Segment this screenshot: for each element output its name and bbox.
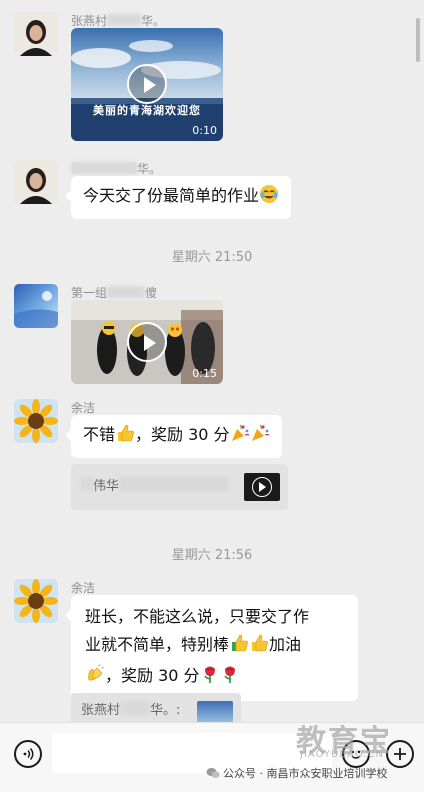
sender-name: 华。 [71,160,161,177]
quote-text: 张燕村 [81,703,121,718]
quoted-message[interactable]: 张燕村 华。: [71,693,241,722]
watermark-domain: JIAOYUBAO.CN [300,749,384,760]
message-text: ，奖励 30 分 [105,666,200,685]
message-text: 今天交了份最简单的作业 [83,186,260,205]
sender-name: 第一组傻 [71,286,158,300]
voice-input-icon[interactable] [14,740,42,768]
message-bubble[interactable]: 今天交了份最简单的作业 [64,176,292,219]
sender-name: 余洁 [71,401,96,415]
timestamp: 星期六 21:50 [171,250,253,265]
quote-image-thumbnail[interactable] [197,701,233,722]
sender-name: 余洁 [71,581,96,595]
quote-text: 华。: [150,703,181,718]
video-thumbnail-lake[interactable]: 美丽的青海湖欢迎您 0:10 [71,28,223,141]
message-text: 班长，不能这么说，只要交了作 [85,607,310,626]
video-caption: 美丽的青海湖欢迎您 [93,104,201,117]
sender-name: 张燕村 华。 [71,14,166,28]
play-icon[interactable] [127,64,167,104]
avatar-sunflower[interactable] [14,399,58,443]
thumbs-up-emoji [115,423,135,450]
party-popper-emoji [230,423,250,450]
video-thumbnail-people[interactable]: 0:15 [71,300,223,384]
quote-video-thumbnail[interactable] [244,473,280,501]
tears-of-joy-emoji [259,184,279,211]
avatar-sunflower[interactable] [14,579,58,623]
timestamp: 星期六 21:56 [171,548,253,563]
thumbs-up-emoji [229,633,249,662]
rose-emoji [200,664,220,693]
scrollbar[interactable] [416,18,420,62]
rose-emoji [220,664,240,693]
chat-area[interactable]: 张燕村 华。 美丽的青海湖欢迎您 0:10 华。 今天交了份最简单的作业 星期六… [0,0,424,722]
watermark-footer: 公众号 · 南昌市众安职业培训学校 [206,765,388,782]
video-duration: 0:15 [192,367,217,380]
avatar-woman[interactable] [14,160,58,204]
avatar-landscape[interactable] [14,284,58,328]
message-bubble[interactable]: 不错 ，奖励 30 分 [65,415,282,458]
message-text: ，奖励 30 分 [135,425,230,444]
message-text: 不错 [83,425,116,444]
watermark-footer-text: 公众号 · 南昌市众安职业培训学校 [223,767,388,780]
quote-text: 伟华 [93,479,120,494]
clapping-hands-emoji [85,664,105,693]
video-duration: 0:10 [192,124,217,137]
message-text: 加油 [269,635,302,654]
thumbs-up-emoji [249,633,269,662]
play-icon [252,477,272,497]
wechat-icon [206,767,220,782]
message-text: 业就不简单，特别棒 [85,635,230,654]
quoted-message[interactable]: 伟华 [71,464,288,510]
avatar-woman[interactable] [14,12,58,56]
message-bubble[interactable]: 班长，不能这么说，只要交了作 业就不简单，特别棒 加油 ，奖励 30 分 [65,595,358,701]
play-icon[interactable] [127,322,167,362]
party-popper-emoji [250,423,270,450]
